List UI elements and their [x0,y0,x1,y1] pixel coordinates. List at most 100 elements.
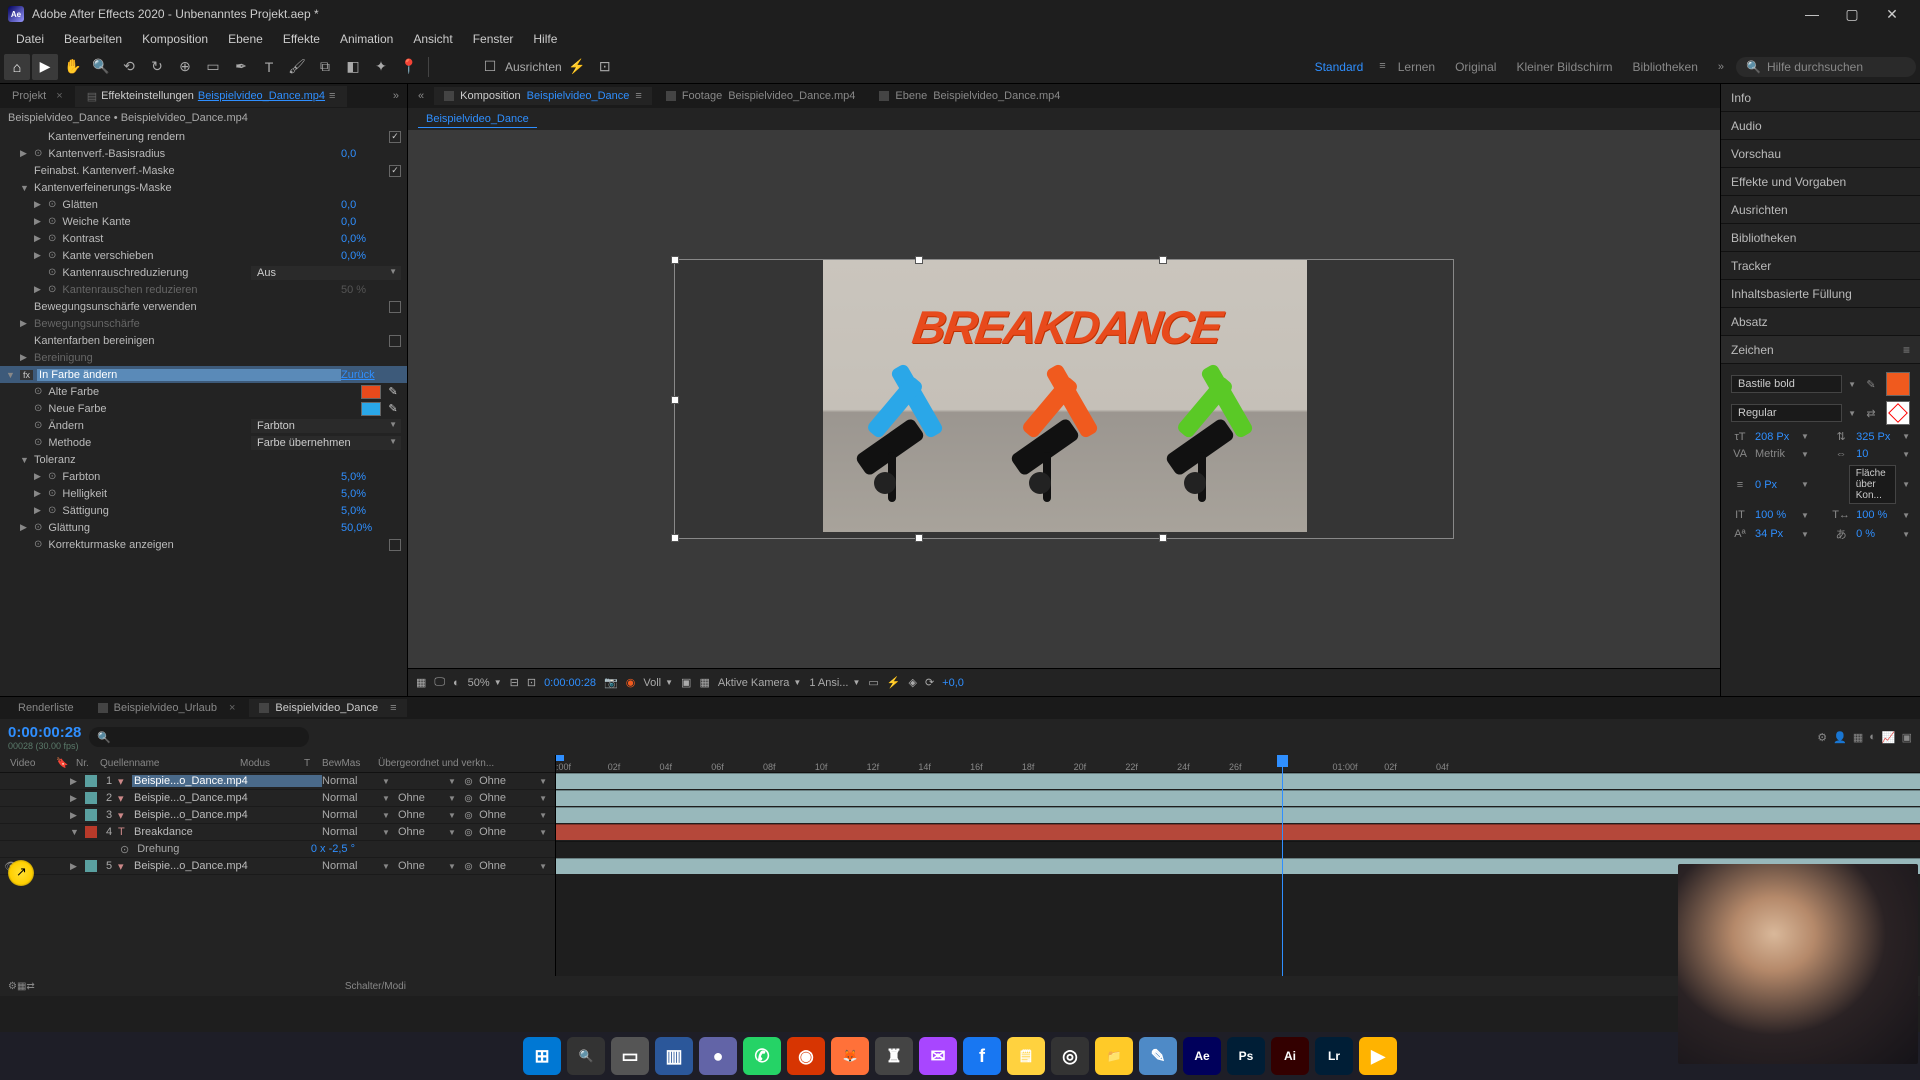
effect-row[interactable]: Kantenfarben bereinigen [0,332,407,349]
taskbar-app-icon[interactable]: ⊞ [523,1037,561,1075]
panel-absatz[interactable]: Absatz [1721,308,1920,336]
checkbox[interactable] [389,301,401,313]
effect-row[interactable]: ⊙Korrekturmaske anzeigen [0,536,407,553]
leading-value[interactable]: 325 Px [1856,431,1896,443]
toggle-in-out-icon[interactable]: ⇄ [26,981,34,992]
taskbar-app-icon[interactable]: Ai [1271,1037,1309,1075]
eyedropper-icon[interactable]: ✎ [1862,378,1880,391]
switches-label[interactable]: Schalter/Modi [345,981,406,992]
stopwatch-icon[interactable]: ⊙ [48,471,56,482]
default-bg-icon[interactable]: ⊡ [592,54,618,80]
color-swatch[interactable] [361,385,381,399]
text-tool[interactable]: T [256,54,282,80]
roto-tool[interactable]: ✦ [368,54,394,80]
hscale-value[interactable]: 100 % [1856,509,1896,521]
workspace-bibliotheken[interactable]: Bibliotheken [1624,60,1705,74]
effect-row[interactable]: ⊙ÄndernFarbton [0,417,407,434]
grid-icon[interactable]: ▦ [416,676,426,689]
handle-tr[interactable] [1159,256,1167,264]
snapshot-icon[interactable]: 📷 [604,676,618,689]
layer-bar[interactable] [556,824,1920,840]
project-tab[interactable]: Projekt× [0,86,75,106]
workspace-lernen[interactable]: Lernen [1390,60,1443,74]
maximize-button[interactable]: ▢ [1832,0,1872,28]
stopwatch-icon[interactable]: ⊙ [48,284,56,295]
rect-tool[interactable]: ▭ [200,54,226,80]
layer-bar[interactable] [556,790,1920,806]
stopwatch-icon[interactable]: ⊙ [48,233,56,244]
layer-row[interactable]: ▶1▾Beispie...o_Dance.mp4Normal▼▼⊚Ohne▼ [0,773,555,790]
taskbar-app-icon[interactable]: ▭ [611,1037,649,1075]
effect-row[interactable]: ▶⊙Farbton5,0% [0,468,407,485]
panel-tracker[interactable]: Tracker [1721,252,1920,280]
effect-row[interactable]: ▶Bewegungsunschärfe [0,315,407,332]
hand-tool[interactable]: ✋ [60,54,86,80]
checkbox[interactable] [389,539,401,551]
taskbar-app-icon[interactable]: ▶ [1359,1037,1397,1075]
motion-blur-icon[interactable]: ◐ [1869,731,1876,744]
workspace-standard[interactable]: Standard [1307,60,1372,74]
panel-info[interactable]: Info [1721,84,1920,112]
effect-row[interactable]: ⊙Alte Farbe✎ [0,383,407,400]
puppet-tool[interactable]: 📍 [396,54,422,80]
tsume-value[interactable]: 0 % [1856,528,1896,540]
brush-tool[interactable]: 🖌 [284,54,310,80]
taskbar-app-icon[interactable]: Ae [1183,1037,1221,1075]
timeline-tab[interactable]: Beispielvideo_Urlaub× [88,699,246,717]
stroke-mode-dropdown[interactable]: Fläche über Kon... [1849,465,1896,504]
effect-row[interactable]: ▶⊙Glätten0,0 [0,196,407,213]
character-panel-header[interactable]: Zeichen ≡ [1721,336,1920,364]
timeline-search[interactable]: 🔍 [89,727,309,747]
effect-row[interactable]: ▶⊙Sättigung5,0% [0,502,407,519]
zoom-tool[interactable]: 🔍 [88,54,114,80]
orbit-tool[interactable]: ⟲ [116,54,142,80]
res-icon[interactable]: ⊟ [510,676,519,689]
panel-ausrichten[interactable]: Ausrichten [1721,196,1920,224]
handle-bl[interactable] [671,534,679,542]
panel-inhaltsbasierte-füllung[interactable]: Inhaltsbasierte Füllung [1721,280,1920,308]
layer-row[interactable]: ▶3▾Beispie...o_Dance.mp4Normal▼Ohne▼⊚Ohn… [0,807,555,824]
layer-row[interactable]: ▼4TBreakdanceNormal▼Ohne▼⊚Ohne▼ [0,824,555,841]
effect-row[interactable]: ▼Kantenverfeinerungs-Maske [0,179,407,196]
taskbar-app-icon[interactable]: 📁 [1095,1037,1133,1075]
pen-tool[interactable]: ✒ [228,54,254,80]
taskbar-app-icon[interactable]: 🦊 [831,1037,869,1075]
taskbar-app-icon[interactable]: 🔍 [567,1037,605,1075]
comp-sub-tab[interactable]: Beispielvideo_Dance [418,111,537,128]
layer-bar[interactable] [556,773,1920,789]
timeline-timecode[interactable]: 0:00:00:28 [8,724,81,741]
camera-dropdown[interactable]: Aktive Kamera ▼ [718,677,801,689]
mask-icon[interactable]: ◐ [453,677,460,689]
toggle-modes-icon[interactable]: ▦ [17,981,26,992]
panel-bibliotheken[interactable]: Bibliotheken [1721,224,1920,252]
channel-icon[interactable]: ◉ [626,676,636,689]
stopwatch-icon[interactable]: ⊙ [34,386,42,397]
stopwatch-icon[interactable]: ⊙ [48,505,56,516]
stopwatch-icon[interactable]: ⊙ [34,437,42,448]
comp-tab[interactable]: FootageBeispielvideo_Dance.mp4 [656,87,866,105]
checkbox[interactable] [389,165,401,177]
handle-br[interactable] [1159,534,1167,542]
workspace-kleiner-bildschirm[interactable]: Kleiner Bildschirm [1508,60,1620,74]
effect-row[interactable]: ▶⊙Kante verschieben0,0% [0,247,407,264]
minimize-button[interactable]: — [1792,0,1832,28]
menu-effekte[interactable]: Effekte [273,30,330,48]
effect-row[interactable]: ▶⊙Helligkeit5,0% [0,485,407,502]
timeline-tab[interactable]: Beispielvideo_Dance≡ [249,699,406,717]
taskbar-app-icon[interactable]: ✆ [743,1037,781,1075]
stopwatch-icon[interactable]: ⊙ [34,420,42,431]
taskbar-app-icon[interactable]: f [963,1037,1001,1075]
monitor-icon[interactable]: 🖵 [434,676,445,689]
home-tool[interactable]: ⌂ [4,54,30,80]
frame-blend-icon[interactable]: ▦ [1853,731,1863,744]
flowchart-icon[interactable]: ⟳ [925,676,934,689]
effect-controls-tab[interactable]: ▤ Effekteinstellungen Beispielvideo_Danc… [75,86,348,107]
zoom-dropdown[interactable]: 50% ▼ [468,677,502,689]
rotate-tool[interactable]: ↻ [144,54,170,80]
checkbox[interactable] [389,131,401,143]
taskbar-app-icon[interactable]: ✎ [1139,1037,1177,1075]
checkbox[interactable] [389,335,401,347]
snap-opts-icon[interactable]: ⚡ [564,54,590,80]
panel-vorschau[interactable]: Vorschau [1721,140,1920,168]
timecode-icon[interactable]: ⊡ [527,676,536,689]
